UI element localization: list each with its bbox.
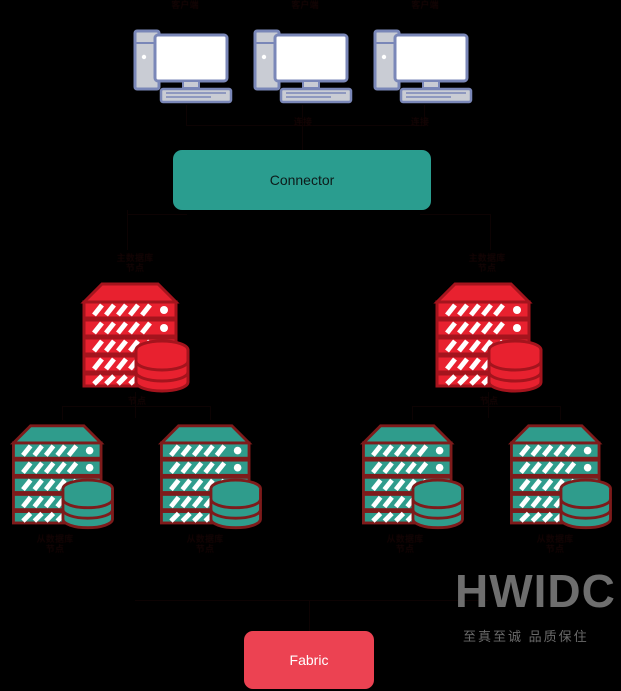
watermark-slogan: 至真至诚 品质保住 [463,629,589,644]
connector-label: Connector [269,172,335,188]
replica-server-4 [500,420,620,530]
link-line-fabric-v [309,600,310,631]
replica-server-1-label: 从数据库 节点 [36,534,74,554]
link-line-client1-connector [186,105,187,125]
client-label-2: 客户端 [291,0,319,10]
client-label-1: 客户端 [171,0,199,10]
link-line-replica4-up [560,406,561,420]
primary-server-left-sublabel: 节点 [127,396,147,406]
link-line-client2-connector [302,105,303,150]
link-line-connector-down [127,210,128,250]
diagram-canvas: 客户端 客户端 客户端 连接 连接 Connector 主数据库 节点 节点 主… [0,0,621,691]
client-pc-2 [251,27,359,105]
link-line-primary-left-h [62,406,210,407]
client-sublabel-right: 连接 [410,117,430,127]
link-line-replica3-up [412,406,413,420]
replica-server-1 [2,420,122,530]
link-line-replica2-up [210,406,211,420]
fabric-box[interactable]: Fabric [244,631,374,689]
replica-server-3 [352,420,472,530]
fabric-label: Fabric [289,652,329,668]
link-line-primary-right-h [412,406,560,407]
client-pc-1 [131,27,239,105]
replica-server-2-label: 从数据库 节点 [186,534,224,554]
primary-server-left [72,278,198,393]
database-cylinder-icon [487,339,543,393]
primary-server-left-label: 主数据库 节点 [116,253,154,273]
primary-server-right-label: 主数据库 节点 [468,253,506,273]
link-line-replica1-up [62,406,63,420]
database-cylinder-icon [559,478,612,530]
watermark-logo: HWIDC [455,565,616,617]
link-line-connector-left-h [127,214,187,215]
primary-server-right [425,278,551,393]
database-cylinder-icon [61,478,114,530]
client-label-3: 客户端 [411,0,439,10]
connector-box[interactable]: Connector [173,150,431,210]
link-line-client1-h [186,125,302,126]
replica-server-3-label: 从数据库 节点 [386,534,424,554]
client-sublabel-center: 连接 [293,117,313,127]
link-line-fabric-h [135,600,488,601]
database-cylinder-icon [411,478,464,530]
replica-server-2 [150,420,270,530]
database-cylinder-icon [209,478,262,530]
link-line-connector-right [490,214,491,250]
replica-server-4-label: 从数据库 节点 [536,534,574,554]
primary-server-right-sublabel: 节点 [479,396,499,406]
link-line-connector-right-h [420,214,490,215]
database-cylinder-icon [134,339,190,393]
client-pc-3 [371,27,479,105]
